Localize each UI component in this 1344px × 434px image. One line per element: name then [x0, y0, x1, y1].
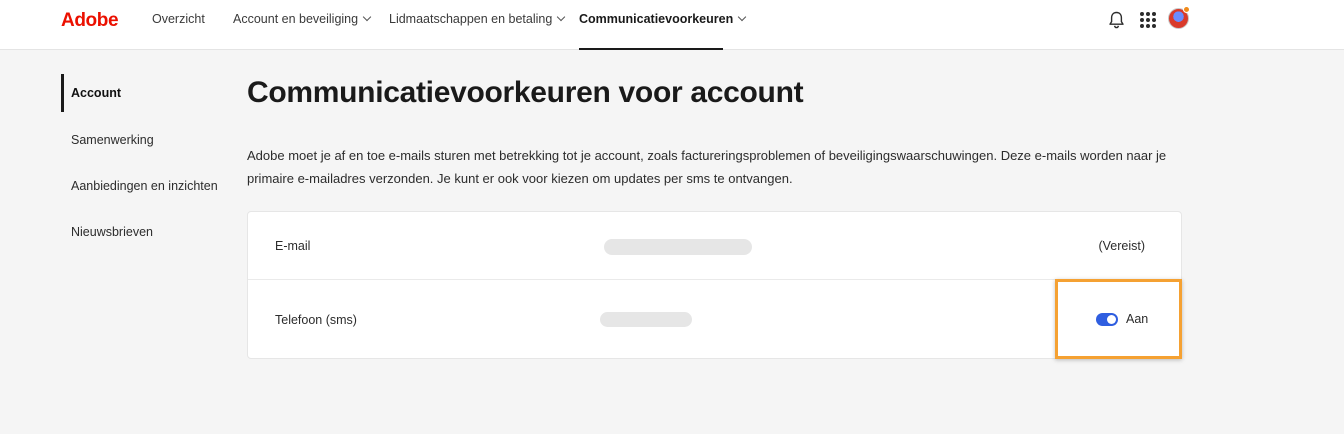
sidebar-item-account[interactable]: Account	[61, 74, 121, 112]
sidebar-item-newsletters[interactable]: Nieuwsbrieven	[61, 213, 153, 251]
email-value-placeholder	[604, 239, 752, 255]
sidebar-item-label: Nieuwsbrieven	[71, 225, 153, 239]
intro-text: Adobe moet je af en toe e-mails sturen m…	[247, 148, 1167, 186]
nav-memberships-billing[interactable]: Lidmaatschappen en betaling	[389, 12, 566, 49]
page-title: Communicatievoorkeuren voor account	[247, 76, 804, 109]
apps-grid-icon[interactable]	[1140, 12, 1156, 28]
email-label: E-mail	[275, 239, 311, 253]
top-navigation: Adobe Overzicht Account en beveiliging L…	[0, 0, 1344, 50]
nav-account-security-label: Account en beveiliging	[233, 12, 359, 26]
sidebar-item-offers-insights[interactable]: Aanbiedingen en inzichten	[61, 167, 218, 205]
nav-overview[interactable]: Overzicht	[152, 12, 205, 49]
toggle-knob	[1107, 315, 1116, 324]
nav-communication-preferences[interactable]: Communicatievoorkeuren	[579, 12, 747, 50]
nav-account-security[interactable]: Account en beveiliging	[233, 12, 372, 49]
chevron-down-icon	[737, 12, 747, 22]
notification-dot	[1183, 6, 1190, 13]
active-nav-indicator	[579, 48, 723, 50]
toggle-switch[interactable]	[1096, 313, 1118, 326]
nav-overview-label: Overzicht	[152, 12, 205, 26]
toggle-label: Aan	[1126, 312, 1149, 326]
sidebar-item-label: Samenwerking	[71, 133, 154, 147]
chevron-down-icon	[557, 12, 566, 22]
nav-communication-preferences-label: Communicatievoorkeuren	[579, 12, 734, 26]
email-row: E-mail (Vereist)	[248, 212, 1181, 280]
chevron-down-icon	[362, 12, 372, 22]
sidebar-item-collaboration[interactable]: Samenwerking	[61, 121, 154, 159]
preferences-card: E-mail (Vereist) Telefoon (sms) Aan	[247, 211, 1182, 359]
sidebar-item-label: Account	[71, 86, 121, 100]
phone-label: Telefoon (sms)	[275, 313, 357, 327]
adobe-logo[interactable]: Adobe	[61, 10, 119, 32]
sidebar-item-label: Aanbiedingen en inzichten	[71, 179, 218, 193]
required-badge: (Vereist)	[1098, 239, 1145, 253]
phone-row: Telefoon (sms) Aan	[248, 280, 1181, 359]
nav-memberships-billing-label: Lidmaatschappen en betaling	[389, 12, 553, 26]
bell-icon[interactable]	[1108, 11, 1125, 29]
phone-value-placeholder	[600, 312, 692, 327]
